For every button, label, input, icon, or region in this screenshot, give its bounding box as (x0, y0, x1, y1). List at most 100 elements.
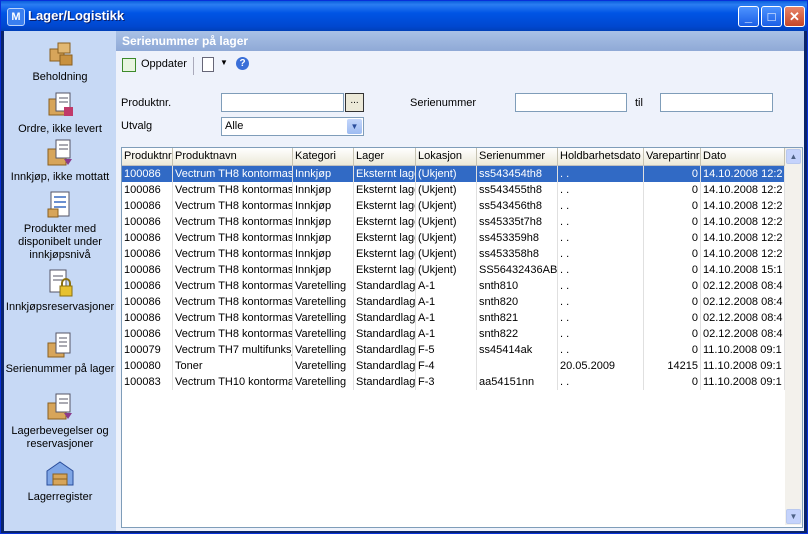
cell-serienummer: aa54151nn (477, 374, 558, 390)
table-row[interactable]: 100080TonerVaretellingStandardlagerF-4 20… (122, 358, 785, 374)
maximize-icon: □ (767, 9, 776, 24)
cell-produktnr: 100086 (122, 278, 173, 294)
cell-holdbarhetsdato: . . (558, 214, 644, 230)
table-row[interactable]: 100086Vectrum TH8 kontormaskinVaretellin… (122, 326, 785, 342)
column-header-kategori[interactable]: Kategori (293, 148, 354, 165)
dropdown-arrow-icon[interactable]: ▼ (220, 58, 228, 67)
cell-varepartinr: 0 (644, 262, 701, 278)
table-row[interactable]: 100086Vectrum TH8 kontormaskinInnkjøpEks… (122, 262, 785, 278)
cell-kategori: Varetelling (293, 326, 354, 342)
table-row[interactable]: 100086Vectrum TH8 kontormaskinVaretellin… (122, 278, 785, 294)
cell-lokasjon: F-3 (416, 374, 477, 390)
column-header-holdbarhetsdato[interactable]: Holdbarhetsdato (558, 148, 644, 165)
cell-lokasjon: A-1 (416, 310, 477, 326)
table-row[interactable]: 100086Vectrum TH8 kontormaskinInnkjøpEks… (122, 182, 785, 198)
cell-lager: Standardlager (356, 342, 416, 358)
utvalg-select[interactable]: Alle ▼ (221, 117, 364, 136)
sidebar-item-label: Serienummer på lager (5, 363, 115, 375)
serienummer-label: Serienummer (410, 97, 477, 109)
toolbar: Oppdater ▼ ? (116, 53, 804, 79)
produktnr-browse-button[interactable]: ... (345, 93, 364, 112)
cell-kategori: Innkjøp (293, 246, 354, 262)
movement-icon (47, 393, 72, 420)
sidebar-item-label: Innkjøpsreservasjoner (5, 301, 115, 313)
reservation-lock-icon (49, 269, 73, 297)
maximize-button[interactable]: □ (761, 6, 782, 27)
cell-holdbarhetsdato: . . (558, 342, 644, 358)
cell-serienummer (477, 358, 558, 374)
cell-produktnr: 100086 (122, 326, 173, 342)
cell-holdbarhetsdato: . . (558, 198, 644, 214)
sidebar-item-lagerregister[interactable]: Lagerregister (4, 457, 116, 504)
table-row[interactable]: 100083Vectrum TH10 kontormaskinVaretelli… (122, 374, 785, 390)
table-row[interactable]: 100086Vectrum TH8 kontormaskinVaretellin… (122, 294, 785, 310)
table-row[interactable]: 100086Vectrum TH8 kontormaskinVaretellin… (122, 310, 785, 326)
cell-kategori: Innkjøp (293, 230, 354, 246)
cell-dato: 14.10.2008 12:2 (701, 198, 785, 214)
cell-lokasjon: F-5 (416, 342, 477, 358)
column-header-serienummer[interactable]: Serienummer (477, 148, 558, 165)
cell-holdbarhetsdato: . . (558, 310, 644, 326)
column-header-dato[interactable]: Dato (701, 148, 785, 165)
table-row[interactable]: 100086Vectrum TH8 kontormaskinInnkjøpEks… (122, 230, 785, 246)
chevron-down-icon[interactable]: ▼ (347, 119, 362, 134)
cell-lokasjon: (Ukjent) (416, 262, 477, 278)
column-header-varepartinr[interactable]: Varepartinr. (644, 148, 701, 165)
cell-produktnr: 100086 (122, 246, 173, 262)
cell-kategori: Innkjøp (293, 182, 354, 198)
serienummer-from-input[interactable] (515, 93, 627, 112)
cell-lokasjon: (Ukjent) (416, 182, 477, 198)
column-header-lager[interactable]: Lager (354, 148, 416, 165)
cell-kategori: Varetelling (293, 278, 354, 294)
cell-varepartinr: 0 (644, 326, 701, 342)
table-row[interactable]: 100086Vectrum TH8 kontormaskinInnkjøpEks… (122, 246, 785, 262)
table-row[interactable]: 100086Vectrum TH8 kontormaskinInnkjøpEks… (122, 198, 785, 214)
app-icon: M (7, 8, 25, 26)
serienummer-to-input[interactable] (660, 93, 773, 112)
panel-header: Serienummer på lager (116, 31, 804, 51)
cell-lokasjon: (Ukjent) (416, 166, 477, 182)
help-icon[interactable]: ? (236, 57, 249, 70)
column-header-produktnr[interactable]: Produktnr. (122, 148, 173, 165)
close-button[interactable]: ✕ (784, 6, 805, 27)
cell-produktnavn: Vectrum TH8 kontormaskin (175, 262, 293, 278)
sidebar-item-produkter-disponibelt[interactable]: Produkter med disponibelt under innkjøps… (4, 189, 116, 262)
sidebar-item-innkjop[interactable]: Innkjøp, ikke mottatt (4, 137, 116, 184)
cell-kategori: Varetelling (293, 310, 354, 326)
sidebar-item-ordre[interactable]: Ordre, ikke levert (4, 89, 116, 136)
vertical-scrollbar[interactable]: ▲ ▼ (785, 148, 802, 525)
minimize-button[interactable]: _ (738, 6, 759, 27)
cell-produktnr: 100086 (122, 230, 173, 246)
sidebar-item-serienummer[interactable]: Serienummer på lager (4, 329, 116, 376)
boxes-icon (49, 42, 73, 66)
cell-varepartinr: 0 (644, 310, 701, 326)
scroll-up-icon[interactable]: ▲ (786, 149, 801, 164)
refresh-icon[interactable] (122, 58, 136, 72)
cell-kategori: Innkjøp (293, 262, 354, 278)
produktnr-input[interactable] (221, 93, 344, 112)
sidebar-item-label: Lagerregister (27, 491, 93, 503)
cell-varepartinr: 0 (644, 166, 701, 182)
scroll-down-icon[interactable]: ▼ (786, 509, 801, 524)
sidebar-item-lagerbevegelser[interactable]: Lagerbevegelser og reservasjoner (4, 391, 116, 451)
column-header-lokasjon[interactable]: Lokasjon (416, 148, 477, 165)
sidebar-item-beholdning[interactable]: Beholdning (4, 37, 116, 84)
cell-serienummer: ss45335t7h8 (477, 214, 558, 230)
refresh-button[interactable]: Oppdater (141, 58, 187, 70)
title-bar[interactable]: M Lager/Logistikk _ □ ✕ (1, 1, 807, 31)
sidebar-item-label: Beholdning (32, 71, 88, 83)
table-row[interactable]: 100086Vectrum TH8 kontormaskinInnkjøpEks… (122, 166, 785, 182)
sidebar-item-innkjopsreservasjoner[interactable]: Innkjøpsreservasjoner (4, 267, 116, 314)
cell-dato: 14.10.2008 12:2 (701, 230, 785, 246)
cell-serienummer: ss543456th8 (477, 198, 558, 214)
cell-lokasjon: A-1 (416, 294, 477, 310)
cell-serienummer: ss543454th8 (477, 166, 558, 182)
document-icon[interactable] (202, 57, 214, 72)
cell-holdbarhetsdato: . . (558, 326, 644, 342)
column-header-produktnavn[interactable]: Produktnavn (173, 148, 293, 165)
cell-produktnavn: Vectrum TH7 multifunksjon (175, 342, 293, 358)
table-row[interactable]: 100079Vectrum TH7 multifunksjonVaretelli… (122, 342, 785, 358)
table-row[interactable]: 100086Vectrum TH8 kontormaskinInnkjøpEks… (122, 214, 785, 230)
cell-dato: 11.10.2008 09:1 (701, 374, 785, 390)
cell-serienummer: ss453358h8 (477, 246, 558, 262)
